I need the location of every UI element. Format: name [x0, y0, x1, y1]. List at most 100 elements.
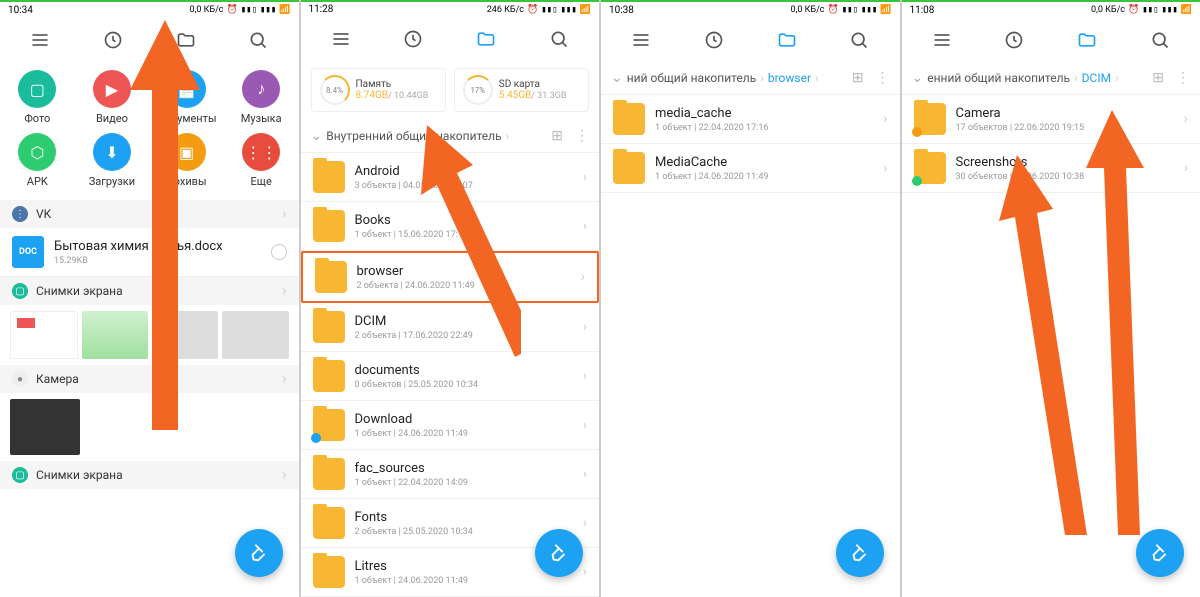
menu-icon[interactable]: [630, 29, 652, 51]
screenshot-thumbs[interactable]: [0, 305, 299, 365]
folder-row[interactable]: media_cache1 объект | 22.04.2020 17:16 ›: [601, 95, 900, 144]
internal-storage-card[interactable]: 8.4% Память8.74GB/ 10.44GB: [311, 68, 446, 112]
sd-pct: 17%: [463, 75, 493, 105]
cat-photo[interactable]: ▢Фото: [0, 66, 75, 129]
folder-row[interactable]: Download1 объект | 24.06.2020 11:49 ›: [301, 401, 600, 450]
clean-fab[interactable]: [235, 529, 283, 577]
clean-fab[interactable]: [535, 529, 583, 577]
chevron-right-icon: ›: [583, 368, 587, 384]
search-icon[interactable]: [848, 29, 870, 51]
chevron-right-icon: ›: [581, 269, 585, 285]
clean-fab[interactable]: [836, 529, 884, 577]
folder-icon: [313, 311, 345, 343]
category-grid: ▢Фото ▶Видео 📄Документы ♪Музыка ⬡APK ⬇За…: [0, 62, 299, 200]
screen-2-storage: 11:28 246 КБ/с⏰▮▮▯▮▮▮📶 8.4% Память8.74GB…: [301, 0, 600, 597]
toolbar: [301, 17, 600, 60]
folder-row[interactable]: Camera17 объектов | 22.06.2020 19:15 ›: [902, 95, 1200, 144]
folder-row[interactable]: documents0 объектов | 25.05.2020 10:34 ›: [301, 352, 600, 401]
chevron-right-icon: ›: [583, 564, 587, 580]
screen-3-browser: 10:38 0,0 КБ/с⏰▮▮▯▮▮▮📶 ⌄ ний общий накоп…: [601, 0, 900, 597]
breadcrumb[interactable]: ⌄ Внутренний общий накопитель› ⊞ ⋮: [301, 120, 600, 153]
radio-unselected[interactable]: [271, 244, 287, 260]
cat-docs[interactable]: 📄Документы: [149, 66, 224, 129]
chevron-down-icon[interactable]: ⌄: [611, 70, 623, 86]
camera-thumb[interactable]: [10, 399, 80, 455]
cat-downloads[interactable]: ⬇Загрузки: [75, 129, 150, 192]
folder-row[interactable]: DCIM2 объекта | 17.06.2020 22:49 ›: [301, 303, 600, 352]
section-vk[interactable]: ⋮ VK ›: [0, 200, 299, 228]
clean-fab[interactable]: [1136, 529, 1184, 577]
clock-icon[interactable]: [1003, 29, 1025, 51]
grid-view-icon[interactable]: ⊞: [1152, 70, 1164, 86]
search-icon[interactable]: [1149, 29, 1171, 51]
sd-storage-card[interactable]: 17% SD карта5.45GB/ 31.3GB: [454, 68, 589, 112]
cat-video[interactable]: ▶Видео: [75, 66, 150, 129]
status-icons: 0,0 КБ/с⏰▮▮▯▮▮▮📶: [1091, 5, 1192, 15]
chevron-down-icon[interactable]: ⌄: [311, 128, 323, 144]
chevron-right-icon: ›: [583, 169, 587, 185]
internal-pct: 8.4%: [320, 75, 350, 105]
folder-list: media_cache1 объект | 22.04.2020 17:16 ›…: [601, 95, 900, 193]
status-icons: 0,0 КБ/с⏰▮▮▯▮▮▮📶: [190, 5, 291, 15]
status-icons: 246 КБ/с⏰▮▮▯▮▮▮📶: [487, 5, 591, 15]
cat-apk[interactable]: ⬡APK: [0, 129, 75, 192]
folder-icon[interactable]: [175, 29, 197, 51]
section-screenshots-2[interactable]: ▢ Снимки экрана ›: [0, 461, 299, 489]
cat-archives[interactable]: ▣Архивы: [149, 129, 224, 192]
toolbar: [0, 18, 299, 62]
more-icon[interactable]: ⋮: [1176, 70, 1190, 86]
folder-icon: [914, 103, 946, 135]
folder-icon: [313, 458, 345, 490]
breadcrumb[interactable]: ⌄ енний общий накопитель› DCIM› ⊞ ⋮: [902, 62, 1200, 95]
section-camera[interactable]: ● Камера ›: [0, 365, 299, 393]
folder-icon: [313, 360, 345, 392]
file-docx[interactable]: DOC Бытовая химия Семья.docx 15.29KB: [0, 228, 299, 277]
folder-list: Camera17 объектов | 22.06.2020 19:15 › S…: [902, 95, 1200, 193]
grid-view-icon[interactable]: ⊞: [852, 70, 864, 86]
folder-icon[interactable]: [776, 29, 798, 51]
chevron-right-icon: ›: [1184, 111, 1188, 127]
cat-music[interactable]: ♪Музыка: [224, 66, 299, 129]
section-screenshots-1[interactable]: ▢ Снимки экрана ›: [0, 277, 299, 305]
search-icon[interactable]: [548, 28, 570, 50]
menu-icon[interactable]: [330, 28, 352, 50]
folder-icon: [613, 103, 645, 135]
folder-icon[interactable]: [475, 28, 497, 50]
folder-icon: [613, 152, 645, 184]
folder-row[interactable]: fac_sources1 объект | 22.04.2020 14:09 ›: [301, 450, 600, 499]
folder-icon: [313, 409, 345, 441]
clock-icon[interactable]: [102, 29, 124, 51]
clock: 11:08: [910, 5, 935, 16]
toolbar: [601, 18, 900, 62]
folder-row[interactable]: browser2 объекта | 24.06.2020 11:49 ›: [301, 251, 600, 303]
annotation-arrow-1: [997, 155, 1097, 535]
menu-icon[interactable]: [931, 29, 953, 51]
status-bar: 10:38 0,0 КБ/с⏰▮▮▯▮▮▮📶: [601, 0, 900, 18]
status-icons: 0,0 КБ/с⏰▮▮▯▮▮▮📶: [791, 5, 892, 15]
folder-icon[interactable]: [1076, 29, 1098, 51]
more-icon[interactable]: ⋮: [575, 128, 589, 144]
clock: 10:38: [609, 5, 634, 16]
doc-icon: DOC: [12, 236, 44, 268]
chevron-right-icon: ›: [883, 160, 887, 176]
clock: 11:28: [309, 4, 334, 15]
grid-view-icon[interactable]: ⊞: [551, 128, 563, 144]
menu-icon[interactable]: [29, 29, 51, 51]
breadcrumb[interactable]: ⌄ ний общий накопитель› browser› ⊞ ⋮: [601, 62, 900, 95]
screen-1-home: 10:34 0,0 КБ/с⏰▮▮▯▮▮▮📶 ▢Фото ▶Видео 📄Док…: [0, 0, 299, 597]
folder-row[interactable]: Android3 объекта | 04.05.2020 10:07 ›: [301, 153, 600, 202]
clock-icon[interactable]: [402, 28, 424, 50]
search-icon[interactable]: [247, 29, 269, 51]
cat-more[interactable]: ⋮⋮Еще: [224, 129, 299, 192]
chevron-right-icon: ›: [583, 466, 587, 482]
more-icon[interactable]: ⋮: [876, 70, 890, 86]
chevron-right-icon: ›: [583, 319, 587, 335]
folder-row[interactable]: MediaCache1 объект | 24.06.2020 11:49 ›: [601, 144, 900, 193]
status-bar: 11:08 0,0 КБ/с⏰▮▮▯▮▮▮📶: [902, 0, 1200, 18]
chevron-down-icon[interactable]: ⌄: [912, 70, 924, 86]
folder-row[interactable]: Books1 объект | 15.06.2020 17:12 ›: [301, 202, 600, 251]
clock-icon[interactable]: [703, 29, 725, 51]
folder-row[interactable]: Screenshots30 объектов | 25.06.2020 10:3…: [902, 144, 1200, 193]
clock: 10:34: [8, 5, 33, 16]
folder-icon: [313, 507, 345, 539]
